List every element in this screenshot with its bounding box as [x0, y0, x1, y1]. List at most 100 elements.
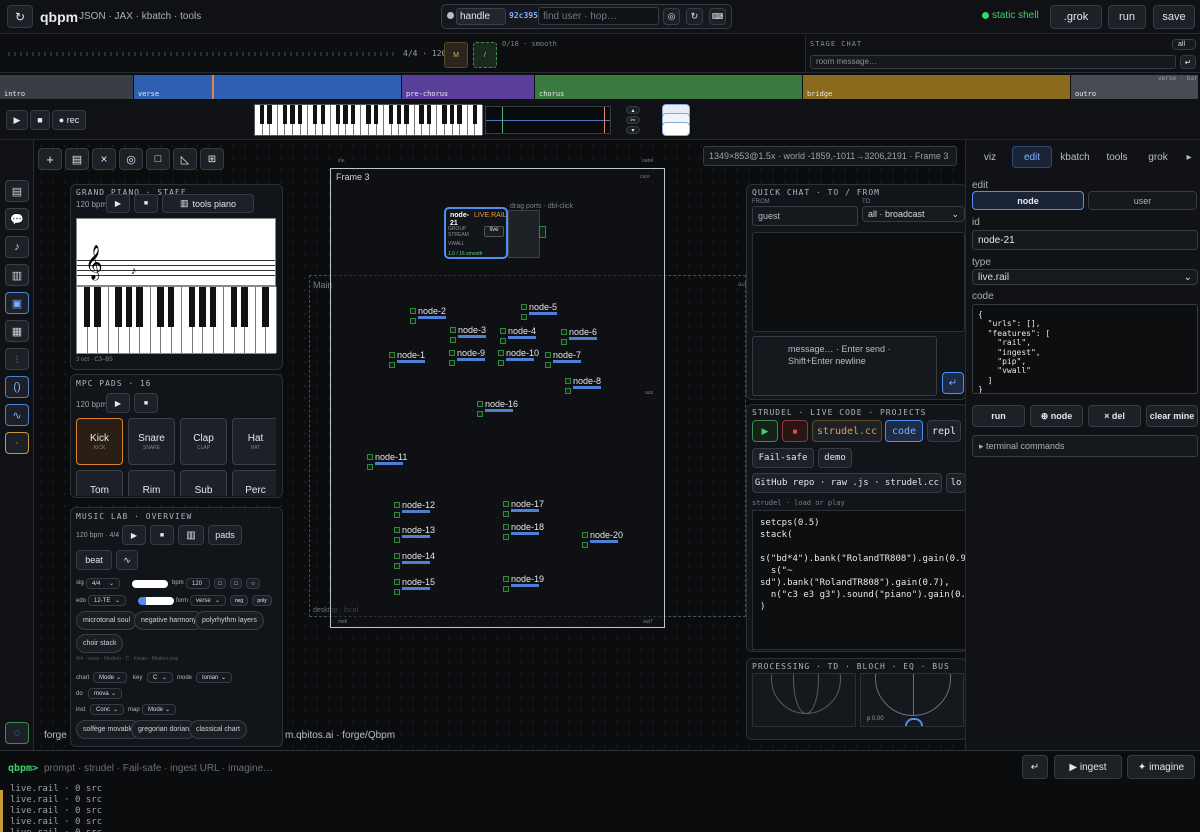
pad-kick[interactable]: Kick KICK [76, 418, 123, 465]
node-port-icon[interactable] [503, 501, 509, 507]
mini-black-key[interactable] [472, 105, 478, 124]
pad-sub[interactable]: Sub [180, 470, 227, 496]
mini-black-key[interactable] [290, 105, 295, 124]
piano-black-key[interactable] [167, 287, 175, 327]
section-verse[interactable]: verse [134, 75, 401, 99]
node-out-port-icon[interactable] [545, 362, 551, 368]
strudel-demo-button[interactable]: demo [818, 448, 852, 468]
lab-play-button[interactable]: ▶ [122, 525, 146, 545]
canvas-node[interactable]: node-15 [394, 577, 442, 597]
mini-black-key[interactable] [449, 105, 455, 124]
mini-black-key[interactable] [366, 105, 371, 124]
settings-icon[interactable]: ◎ [663, 8, 680, 25]
sidebar-piano-icon[interactable]: ▥ [5, 264, 29, 286]
strudel-failsafe-button[interactable]: Fail-safe [752, 448, 814, 468]
piano-black-key[interactable] [241, 287, 248, 327]
add-node-button[interactable]: + [38, 148, 62, 170]
sidebar-printer-icon[interactable]: ▤ [5, 180, 29, 202]
sidebar-chat-icon[interactable]: 💬 [5, 208, 29, 230]
node-out-port-icon[interactable] [503, 534, 509, 540]
strudel-code-editor[interactable]: setcps(0.5) stack(s("bd*4").bank("RolandT… [752, 510, 966, 650]
canvas-node[interactable]: node-1 [389, 350, 437, 370]
tool-cut-icon[interactable]: ✂ [626, 116, 640, 124]
tool-up-icon[interactable]: ▴ [626, 106, 640, 114]
tab-kbatch[interactable]: kbatch [1055, 146, 1095, 168]
ruler-icon[interactable]: ◺ [173, 148, 197, 170]
chip-polyrhythm-layers[interactable]: polyrhythm layers [195, 611, 264, 630]
canvas-node[interactable]: node-2 [410, 306, 458, 326]
tab-viz[interactable]: viz [972, 146, 1008, 168]
piano-black-key[interactable] [199, 287, 206, 327]
ingest-button[interactable]: ▶ ingest [1054, 755, 1122, 779]
tab-tools[interactable]: tools [1098, 146, 1136, 168]
chip-negative-harmony[interactable]: negative harmony [134, 611, 204, 630]
edo-select[interactable]: 12-TE ⌄ [88, 595, 126, 606]
canvas-node[interactable]: node-10 [498, 348, 546, 368]
pad-clap[interactable]: Clap CLAP [180, 418, 227, 465]
lab-wave-button[interactable]: ∿ [116, 550, 138, 570]
node-port-icon[interactable] [394, 553, 400, 559]
piano-black-key[interactable] [230, 287, 238, 327]
forge-link[interactable]: m.qbitos.ai · forge/Qbpm [285, 730, 395, 741]
node-port-icon[interactable] [367, 454, 373, 460]
piano-black-key[interactable] [115, 287, 122, 327]
editor-clear-button[interactable]: clear mine [1146, 405, 1198, 427]
node-code-editor[interactable]: { "urls": [], "features": [ "rail", "ing… [972, 304, 1198, 394]
piano-tools-button[interactable]: ▥ tools piano [162, 194, 254, 213]
strudel-repl-tab[interactable]: repl [927, 420, 961, 442]
pad-rim[interactable]: Rim [128, 470, 175, 496]
node-port-icon[interactable] [565, 378, 571, 384]
stack-icon[interactable] [660, 104, 692, 136]
section-chorus[interactable]: chorus [535, 75, 802, 99]
node-port-icon[interactable] [545, 352, 551, 358]
node-out-port-icon[interactable] [410, 318, 416, 324]
canvas-node[interactable]: node-20 [582, 530, 630, 550]
lab-pads-button[interactable]: pads [208, 525, 242, 545]
node-port-icon[interactable] [394, 579, 400, 585]
key-select[interactable]: C ⌄ [147, 672, 173, 683]
imagine-button[interactable]: ✦ imagine [1127, 755, 1195, 779]
mini-black-key[interactable] [297, 105, 303, 124]
node-port-icon[interactable] [449, 350, 455, 356]
strudel-code-tab[interactable]: code [885, 420, 923, 442]
node-port-icon[interactable] [503, 576, 509, 582]
piano-keyboard[interactable] [76, 286, 277, 354]
chip-classical-chart[interactable]: classical chart [189, 720, 247, 739]
mini-black-key[interactable] [426, 105, 432, 124]
print-icon[interactable]: ▤ [65, 148, 89, 170]
lab-beat-button[interactable]: beat [76, 550, 112, 570]
piano-play-button[interactable]: ▶ [106, 194, 130, 213]
tab-grok[interactable]: grok [1140, 146, 1176, 168]
node-out-port-icon[interactable] [367, 464, 373, 470]
node-port-icon[interactable] [450, 327, 456, 333]
pad-i-icon[interactable]: / [473, 42, 497, 68]
mini-black-key[interactable] [259, 105, 265, 124]
editor-add-node-button[interactable]: ⊕ node [1030, 405, 1083, 427]
inst-select[interactable]: Conc ⌄ [90, 704, 124, 715]
canvas-node[interactable]: node-13 [394, 525, 442, 545]
map-select[interactable]: Mode ⌄ [142, 704, 176, 715]
reload-icon[interactable]: ↻ [686, 8, 703, 25]
node-21-port[interactable] [539, 226, 546, 238]
node-port-icon[interactable] [394, 502, 400, 508]
strudel-file-button[interactable]: strudel.cc [812, 420, 882, 442]
node-out-port-icon[interactable] [394, 512, 400, 518]
strudel-load-button[interactable]: lo [946, 473, 966, 493]
lab-option-3[interactable]: ○ [246, 578, 260, 589]
play-button[interactable]: ▶ [6, 110, 28, 130]
canvas-node[interactable]: node-3 [450, 325, 498, 345]
sidebar-grid-icon[interactable]: ▦ [5, 320, 29, 342]
sig-select[interactable]: 4/4 ⌄ [86, 578, 120, 589]
editor-delete-button[interactable]: × del [1088, 405, 1141, 427]
mini-black-key[interactable] [388, 105, 394, 124]
chip-gregorian-dorian[interactable]: gregorian dorian [131, 720, 196, 739]
piano-black-key[interactable] [262, 287, 269, 327]
sidebar-brace-icon[interactable]: ⁝ [5, 348, 29, 370]
node-out-port-icon[interactable] [498, 360, 504, 366]
grok-button[interactable]: .grok [1050, 5, 1102, 29]
chat-send-button[interactable]: ↵ [942, 372, 964, 394]
mini-black-key[interactable] [282, 105, 288, 124]
section-intro[interactable]: intro [0, 75, 133, 99]
mini-black-key[interactable] [457, 105, 462, 124]
mini-black-key[interactable] [419, 105, 424, 124]
